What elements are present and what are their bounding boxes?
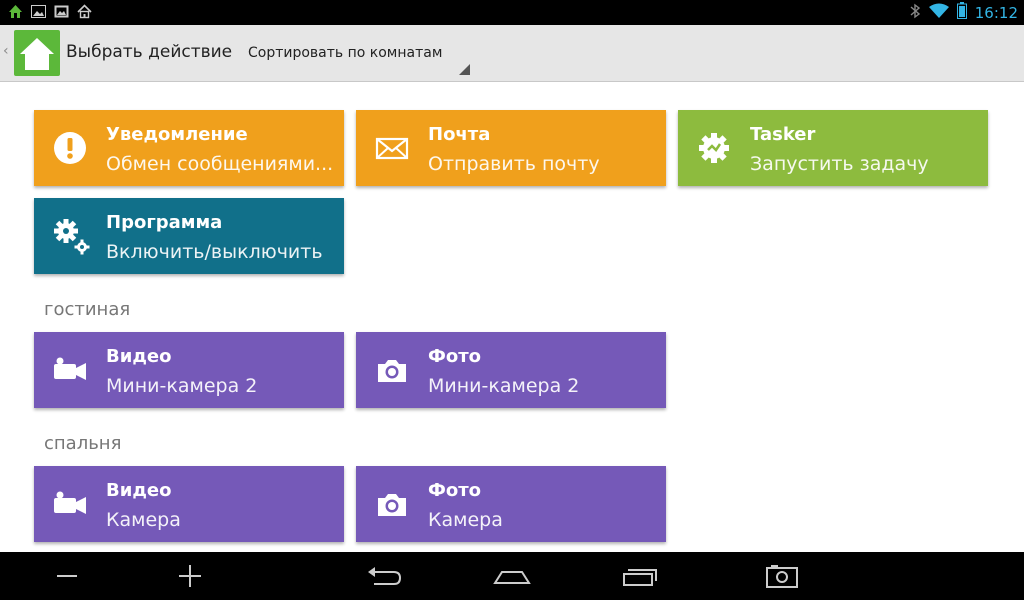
tile-video[interactable]: Видео Камера — [34, 466, 344, 542]
tile-program[interactable]: Программа Включить/выключить — [34, 198, 344, 274]
sort-spinner[interactable]: Сортировать по комнатам — [248, 45, 470, 75]
spinner-triangle-icon — [459, 64, 470, 75]
tile-title: Фото — [428, 346, 482, 367]
wifi-icon — [928, 3, 949, 23]
tile-subtitle: Камера — [428, 509, 503, 531]
up-caret-icon[interactable]: ‹ — [3, 43, 9, 59]
volume-up-icon[interactable] — [170, 562, 210, 590]
back-icon[interactable] — [364, 562, 404, 590]
tile-video[interactable]: Видео Мини-камера 2 — [34, 332, 344, 408]
recents-icon[interactable] — [620, 562, 660, 590]
screenshot-icon[interactable] — [762, 562, 802, 590]
tile-subtitle: Камера — [106, 509, 181, 531]
tile-title: Почта — [428, 124, 491, 145]
navigation-bar — [0, 552, 1024, 600]
gears-icon — [52, 216, 90, 255]
tile-title: Уведомление — [106, 124, 248, 145]
tasker-gear-icon — [696, 130, 732, 166]
app-home-icon — [8, 4, 23, 19]
tile-mail[interactable]: Почта Отправить почту — [356, 110, 666, 186]
mail-icon — [374, 130, 410, 166]
video-camera-icon — [52, 486, 88, 522]
status-bar: 16:12 — [0, 0, 1024, 25]
battery-icon — [956, 2, 967, 23]
tile-title: Программа — [106, 212, 223, 233]
page-title: Выбрать действие — [66, 42, 233, 62]
home-small-icon — [77, 4, 92, 19]
tile-tasker[interactable]: Tasker Запустить задачу — [678, 110, 988, 186]
photo-camera-icon — [374, 486, 410, 522]
tile-title: Видео — [106, 480, 172, 501]
tile-subtitle: Запустить задачу — [750, 153, 929, 175]
photo-camera-icon — [374, 352, 410, 388]
section-header: спальня — [44, 433, 122, 454]
tile-title: Фото — [428, 480, 482, 501]
home-icon[interactable] — [492, 562, 532, 590]
gallery-icon — [54, 4, 69, 19]
alert-icon — [52, 130, 88, 166]
volume-down-icon[interactable] — [48, 562, 88, 590]
sort-spinner-label: Сортировать по комнатам — [248, 45, 443, 61]
bluetooth-icon — [909, 3, 921, 23]
section-header: гостиная — [44, 299, 131, 320]
tile-photo[interactable]: Фото Мини-камера 2 — [356, 332, 666, 408]
tile-subtitle: Отправить почту — [428, 153, 600, 175]
app-logo-icon[interactable] — [14, 30, 60, 76]
tile-photo[interactable]: Фото Камера — [356, 466, 666, 542]
video-camera-icon — [52, 352, 88, 388]
tile-subtitle: Мини-камера 2 — [428, 375, 580, 397]
tile-subtitle: Мини-камера 2 — [106, 375, 258, 397]
action-bar: ‹ Выбрать действие Сортировать по комнат… — [0, 25, 1024, 82]
status-time: 16:12 — [974, 3, 1018, 22]
tile-subtitle: Включить/выключить — [106, 241, 323, 263]
tile-notification[interactable]: Уведомление Обмен сообщениями... — [34, 110, 344, 186]
tile-title: Видео — [106, 346, 172, 367]
tile-subtitle: Обмен сообщениями... — [106, 153, 334, 175]
tile-title: Tasker — [750, 124, 816, 145]
image-icon — [31, 4, 46, 19]
